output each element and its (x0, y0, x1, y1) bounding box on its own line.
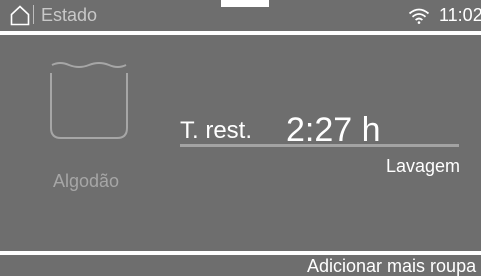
top-notch (221, 0, 269, 7)
washing-machine-display: Estado 11:02 Algodão T. rest. 2:27 h Lav… (0, 0, 481, 276)
wifi-icon (408, 8, 430, 24)
program-phase: Lavagem (386, 156, 461, 176)
status-separator (33, 5, 34, 24)
program-name: Algodão (53, 171, 120, 191)
home-icon[interactable] (10, 5, 30, 26)
status-title: Estado (41, 5, 98, 25)
add-laundry-button[interactable]: Adicionar mais roupa (307, 256, 476, 276)
cotton-tub-icon (50, 62, 128, 139)
remaining-time-label: T. rest. (180, 117, 253, 144)
clock: 11:02 (439, 5, 481, 25)
progress-line (180, 144, 459, 147)
